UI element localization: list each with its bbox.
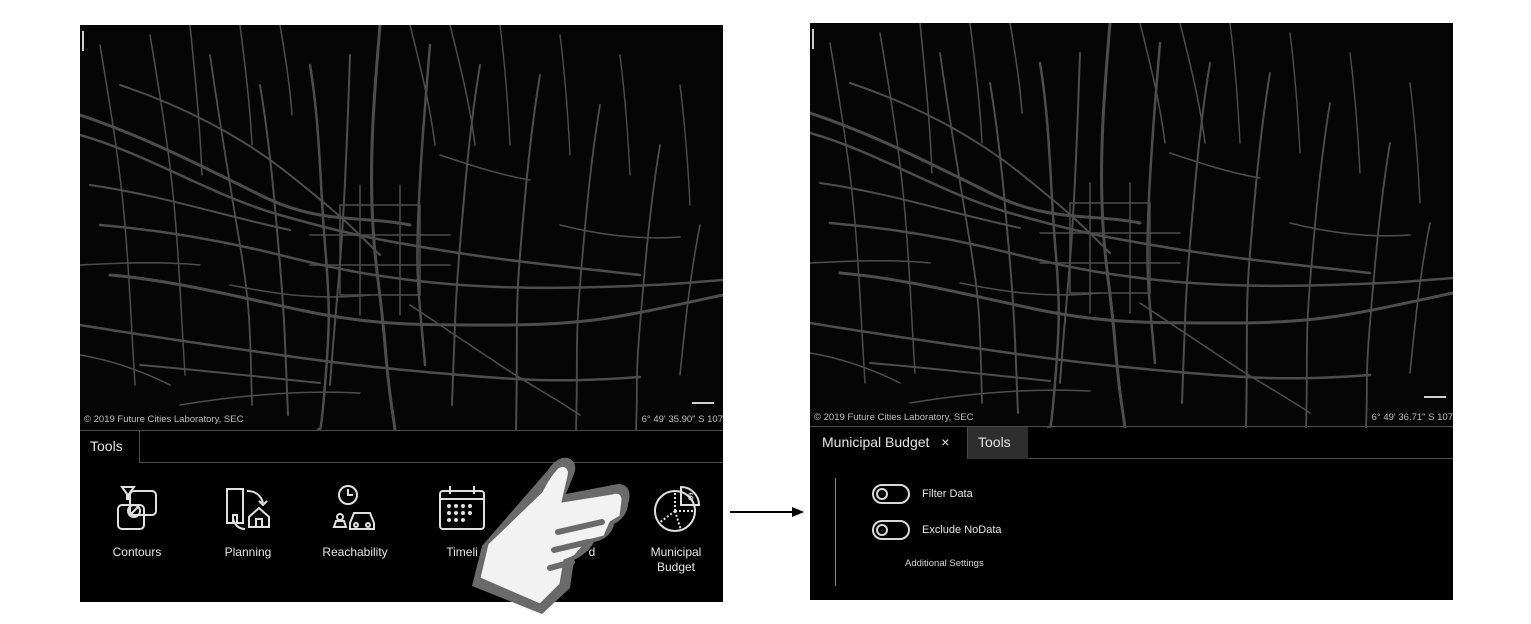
coordinates-readout: 6° 49' 36.71" S 107 — [1371, 412, 1453, 423]
road-network-map — [810, 23, 1453, 428]
zoom-control[interactable] — [82, 31, 84, 51]
reachability-icon — [332, 485, 375, 530]
map-view[interactable]: © 2019 Future Cities Laboratory, SEC 6° … — [810, 23, 1453, 428]
tool-label: Contours — [112, 545, 162, 559]
exclude-nodata-label: Exclude NoData — [922, 524, 1002, 536]
zoom-control[interactable] — [812, 29, 814, 49]
planning-icon — [226, 488, 270, 530]
transition-arrow-icon — [730, 507, 804, 517]
coordinates-readout: 6° 49' 35.90" S 107 — [641, 414, 723, 425]
tab-municipal-budget[interactable]: Municipal Budget × — [810, 427, 968, 459]
contours-icon — [117, 486, 157, 530]
scale-bar — [692, 402, 714, 404]
map-attribution: © 2019 Future Cities Laboratory, SEC — [84, 414, 244, 425]
tool-planning[interactable]: Planning — [198, 483, 298, 560]
tab-bar: Municipal Budget × Tools — [810, 426, 1453, 459]
toggle-knob — [876, 488, 888, 500]
toggle-knob — [876, 524, 888, 536]
scale-bar — [1424, 396, 1446, 398]
pie-chart-dollar-icon: $ — [654, 485, 701, 532]
map-attribution: © 2019 Future Cities Laboratory, SEC — [814, 412, 974, 423]
map-view[interactable]: © 2019 Future Cities Laboratory, SEC 6° … — [80, 25, 723, 430]
tab-tools[interactable]: Tools — [80, 431, 140, 463]
road-network-map — [80, 25, 723, 430]
tool-label: Planning — [224, 545, 272, 559]
panel-divider — [835, 478, 836, 586]
filter-data-label: Filter Data — [922, 488, 973, 500]
tool-reachability[interactable]: Reachability — [305, 483, 405, 560]
tool-contours[interactable]: Contours — [87, 483, 187, 560]
tab-tools[interactable]: Tools — [968, 427, 1028, 459]
tool-label: Reachability — [322, 545, 388, 559]
tab-label: Municipal Budget — [822, 434, 930, 450]
additional-settings-link[interactable]: Additional Settings — [905, 558, 984, 569]
close-icon[interactable]: × — [941, 434, 949, 450]
exclude-nodata-toggle[interactable] — [872, 520, 910, 540]
filter-data-toggle[interactable] — [872, 484, 910, 504]
pointing-hand-icon — [472, 457, 630, 614]
after-screen: © 2019 Future Cities Laboratory, SEC 6° … — [810, 23, 1453, 600]
